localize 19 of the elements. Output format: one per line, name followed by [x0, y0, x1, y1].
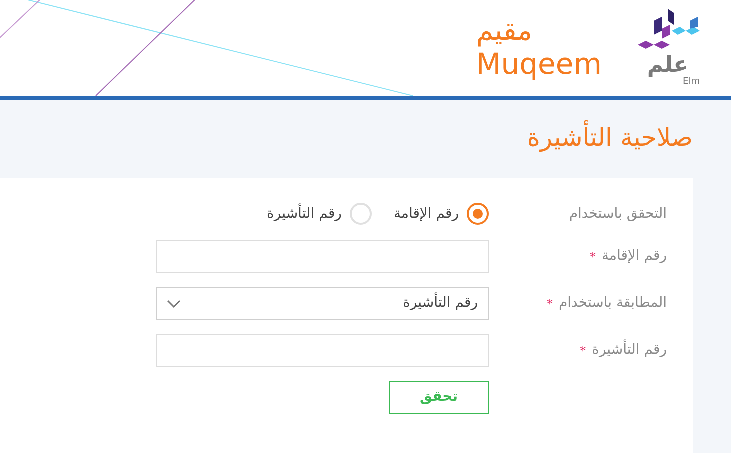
- logo-name: Elm: [683, 77, 700, 87]
- input-field[interactable]: [156, 240, 489, 273]
- field-label: رقم التأشيرة: [592, 340, 667, 361]
- page-title: صلاحية التأشيرة: [527, 122, 693, 178]
- input-field[interactable]: [156, 334, 489, 367]
- required-mark: *: [590, 248, 596, 266]
- radio-button[interactable]: [467, 203, 489, 225]
- radio-option[interactable]: رقم التأشيرة: [267, 203, 372, 225]
- required-mark: *: [580, 342, 586, 360]
- logo-arabic: علم: [647, 55, 689, 77]
- field-label: المطابقة باستخدام: [559, 294, 667, 313]
- required-mark: *: [547, 296, 553, 312]
- chevron-down-icon: [167, 300, 181, 308]
- field-label: التحقق باستخدام: [568, 204, 667, 224]
- field-label: رقم الإقامة: [602, 247, 667, 266]
- brand-arabic: مقيم: [476, 15, 532, 47]
- radio-option[interactable]: رقم الإقامة: [394, 203, 489, 225]
- brand-name: Muqeem: [476, 47, 602, 81]
- dropdown[interactable]: رقم التأشيرة: [156, 287, 489, 320]
